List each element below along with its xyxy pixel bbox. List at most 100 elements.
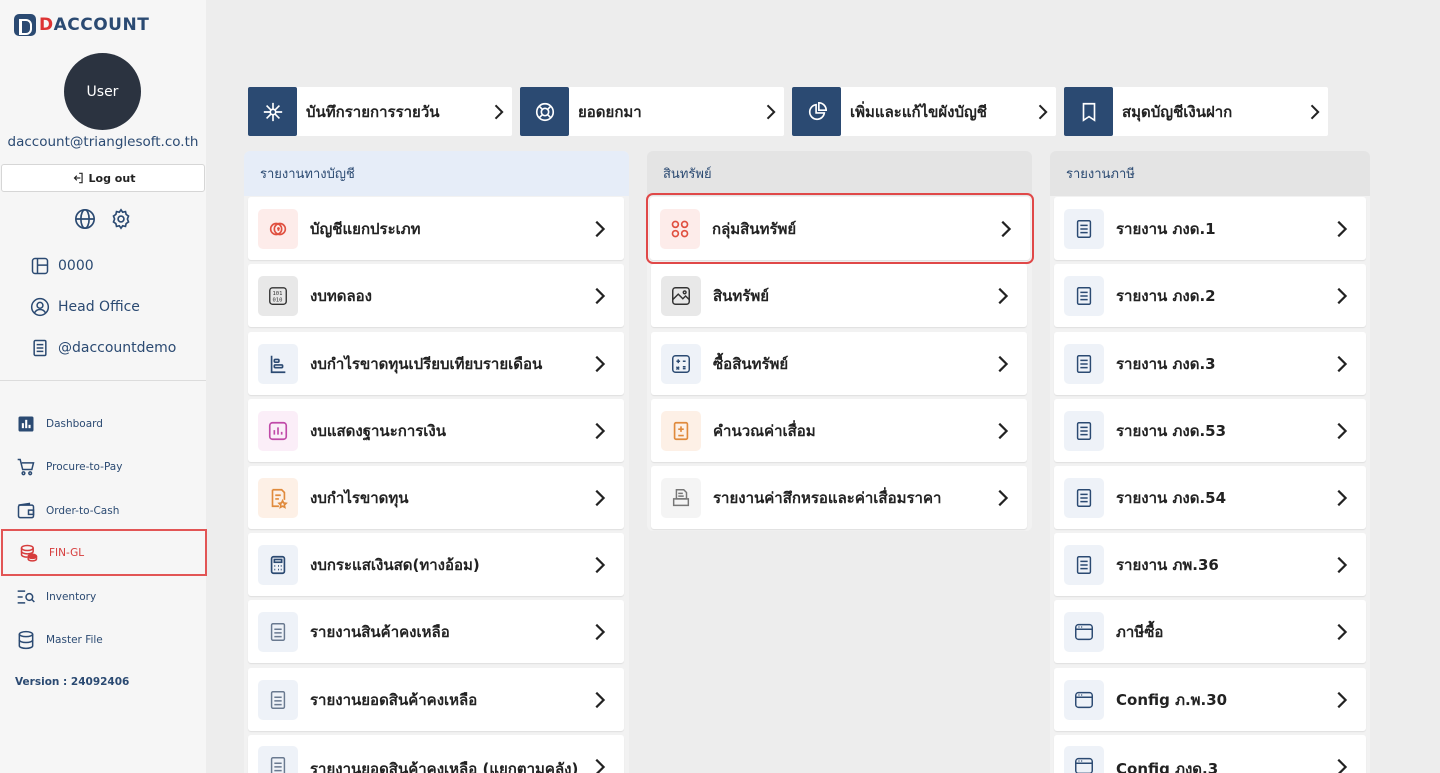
chevron-right-icon <box>998 489 1009 506</box>
tax-row-pnd53[interactable]: รายงาน ภงด.53 <box>1054 399 1366 462</box>
tax-row-pp36[interactable]: รายงาน ภพ.36 <box>1054 533 1366 596</box>
chevron-right-icon <box>1337 287 1348 304</box>
tax-row-pnd54[interactable]: รายงาน ภงด.54 <box>1054 466 1366 529</box>
report-row-inventory-balance-by-warehouse[interactable]: รายงานยอดสินค้าคงเหลือ (แยกตามคลัง) <box>248 735 624 773</box>
report-row-balance-sheet[interactable]: งบแสดงฐานะการเงิน <box>248 399 624 462</box>
chevron-right-icon <box>1001 220 1012 237</box>
tax-row-label: รายงาน ภงด.1 <box>1116 219 1216 238</box>
nav-label: Procure-to-Pay <box>46 461 123 473</box>
branch-icon <box>31 257 49 275</box>
bar-chart-icon <box>18 416 34 432</box>
quick-link-bank-book[interactable]: สมุดบัญชีเงินฝาก <box>1064 87 1328 136</box>
logo-mark-icon <box>14 14 36 36</box>
quick-link-chart-of-accounts[interactable]: เพิ่มและแก้ไขผังบัญชี <box>792 87 1056 136</box>
report-row-label: บัญชีแยกประเภท <box>310 219 421 238</box>
quick-link-journal[interactable]: บันทึกรายการรายวัน <box>248 87 512 136</box>
panel-title: รายงานทางบัญชี <box>244 151 629 196</box>
gear-icon[interactable] <box>110 208 132 230</box>
tax-row-label: ภาษีซื้อ <box>1116 622 1164 641</box>
grid-circles-icon <box>660 208 700 249</box>
list-search-icon <box>17 590 35 604</box>
chevron-right-icon <box>1337 623 1348 640</box>
chevron-right-icon <box>595 623 606 640</box>
tax-row-pnd1[interactable]: รายงาน ภงด.1 <box>1054 197 1366 260</box>
report-row-label: รายงานสินค้าคงเหลือ <box>310 622 450 641</box>
report-row-label: งบแสดงฐานะการเงิน <box>310 421 447 440</box>
asset-row-depreciation-calc[interactable]: คำนวณค่าเสื่อม <box>651 399 1027 462</box>
asset-row-asset-group[interactable]: กลุ่มสินทรัพย์ <box>646 193 1034 264</box>
report-row-general-ledger[interactable]: บัญชีแยกประเภท <box>248 197 624 260</box>
nav-item-order-to-cash[interactable]: Order-to-Cash <box>0 489 206 533</box>
document-icon <box>1064 343 1104 384</box>
nav-item-dashboard[interactable]: Dashboard <box>0 402 206 446</box>
asset-row-label: กลุ่มสินทรัพย์ <box>712 219 797 238</box>
chevron-right-icon <box>595 220 606 237</box>
binary-icon: 101 010 <box>258 275 298 316</box>
report-row-cash-flow[interactable]: งบกระแสเงินสด(ทางอ้อม) <box>248 533 624 596</box>
svg-text:101: 101 <box>273 291 283 297</box>
tax-row-pnd2[interactable]: รายงาน ภงด.2 <box>1054 264 1366 327</box>
chevron-right-icon <box>595 489 606 506</box>
report-row-inventory-balance[interactable]: รายงานยอดสินค้าคงเหลือ <box>248 668 624 731</box>
globe-icon[interactable] <box>74 208 96 230</box>
chevron-right-icon <box>998 355 1009 372</box>
nav-item-procure-to-pay[interactable]: Procure-to-Pay <box>0 445 206 489</box>
user-circle-icon <box>30 297 50 317</box>
sidebar: DACCOUNT User daccount@trianglesoft.co.t… <box>0 0 207 773</box>
tax-row-purchase-tax[interactable]: ภาษีซื้อ <box>1054 600 1366 663</box>
report-row-label: งบทดลอง <box>310 286 372 305</box>
snowflake-icon <box>248 87 297 136</box>
report-row-monthly-pl-comparison[interactable]: งบกำไรขาดทุนเปรียบเทียบรายเดือน <box>248 332 624 395</box>
chevron-right-icon <box>595 556 606 573</box>
cart-icon <box>17 458 35 476</box>
logout-button[interactable]: Log out <box>1 164 205 192</box>
chevron-right-icon <box>1337 691 1348 708</box>
bar-chart-icon <box>258 410 298 451</box>
document-icon <box>1064 544 1104 585</box>
nav-label: Inventory <box>46 591 97 603</box>
chevron-right-icon <box>595 287 606 304</box>
tax-row-config-pp30[interactable]: Config ภ.พ.30 <box>1054 668 1366 731</box>
asset-row-asset[interactable]: สินทรัพย์ <box>651 264 1027 327</box>
asset-row-label: สินทรัพย์ <box>713 286 770 305</box>
tax-row-label: Config ภ.พ.30 <box>1116 690 1228 709</box>
report-row-inventory-report[interactable]: รายงานสินค้าคงเหลือ <box>248 600 624 663</box>
document-icon <box>1064 208 1104 249</box>
chevron-right-icon <box>766 104 776 119</box>
svg-text:010: 010 <box>273 297 283 303</box>
info-company-label: @daccountdemo <box>58 340 177 356</box>
asset-row-depreciation-report[interactable]: รายงานค่าสึกหรอและค่าเสื่อมราคา <box>651 466 1027 529</box>
quick-link-opening-balance[interactable]: ยอดยกมา <box>520 87 784 136</box>
report-row-trial-balance[interactable]: 101 010 งบทดลอง <box>248 264 624 327</box>
info-company: @daccountdemo <box>30 338 176 358</box>
avatar[interactable]: User <box>64 53 141 130</box>
quick-link-label: สมุดบัญชีเงินฝาก <box>1122 102 1233 121</box>
brand-logo[interactable]: DACCOUNT <box>14 14 149 36</box>
sidebar-divider <box>0 380 206 381</box>
logo-text: DACCOUNT <box>39 15 150 35</box>
document-star-icon <box>258 477 298 518</box>
nav-item-inventory[interactable]: Inventory <box>0 575 206 619</box>
chevron-right-icon <box>595 758 606 773</box>
browser-window-icon <box>1064 611 1104 652</box>
asset-row-label: รายงานค่าสึกหรอและค่าเสื่อมราคา <box>713 488 942 507</box>
report-row-profit-loss[interactable]: งบกำไรขาดทุน <box>248 466 624 529</box>
quick-link-label: บันทึกรายการรายวัน <box>306 102 440 121</box>
nav-label: FIN-GL <box>49 546 85 559</box>
asset-row-buy-asset[interactable]: ซื้อสินทรัพย์ <box>651 332 1027 395</box>
nav-item-fin-gl[interactable]: FIN-GL <box>1 529 207 576</box>
tax-row-config-pnd3[interactable]: Config ภงด.3 <box>1054 735 1366 773</box>
nav-item-master-file[interactable]: Master File <box>0 618 206 662</box>
info-branch-label: 0000 <box>58 258 94 274</box>
nav-label: Dashboard <box>46 418 103 430</box>
user-email: daccount@trianglesoft.co.th <box>7 134 199 150</box>
chevron-right-icon <box>1310 104 1320 119</box>
chevron-right-icon <box>998 287 1009 304</box>
chevron-right-icon <box>1337 220 1348 237</box>
browser-window-icon <box>1064 746 1104 773</box>
tax-row-pnd3[interactable]: รายงาน ภงด.3 <box>1054 332 1366 395</box>
asset-row-label: ซื้อสินทรัพย์ <box>713 354 789 373</box>
tax-row-label: รายงาน ภงด.53 <box>1116 421 1227 440</box>
chevron-right-icon <box>998 422 1009 439</box>
tax-row-label: รายงาน ภงด.3 <box>1116 354 1216 373</box>
